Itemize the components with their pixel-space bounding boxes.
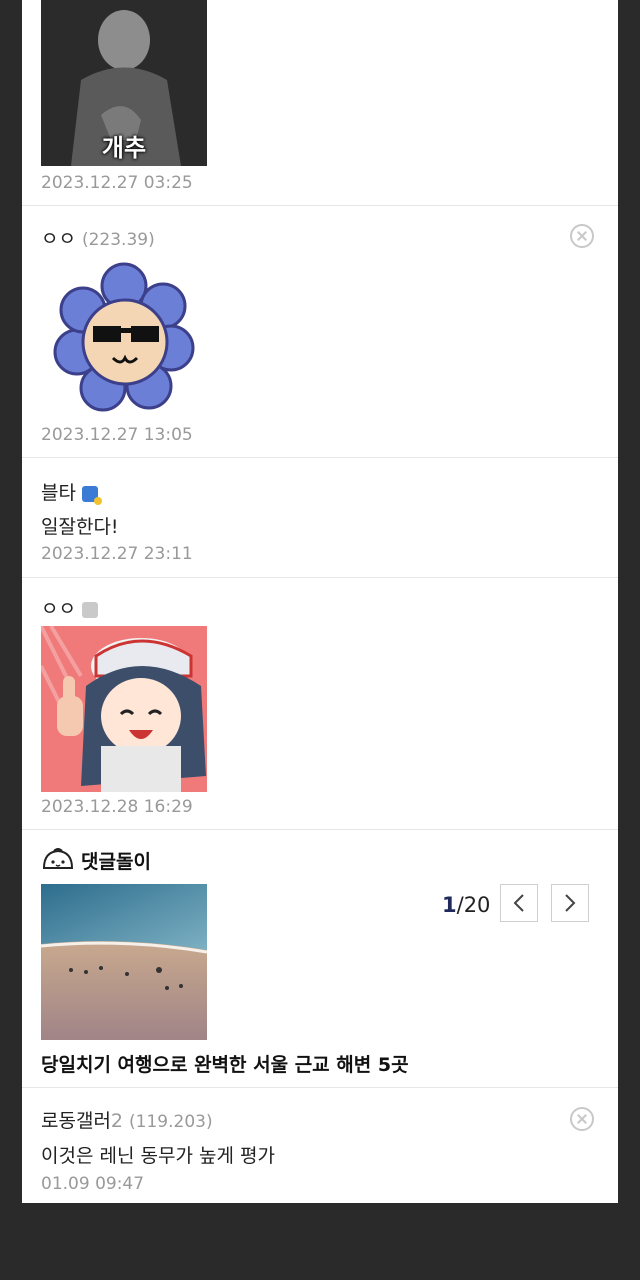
page-total: /20 — [456, 893, 491, 917]
comment-image-meme[interactable]: 개추 — [41, 0, 207, 166]
comment-time: 2023.12.27 23:11 — [41, 544, 193, 564]
author-name: ㅇㅇ — [41, 228, 76, 250]
comment-author[interactable]: 블타 — [41, 478, 102, 505]
author-name: ㅇㅇ — [41, 598, 76, 620]
beach-photo — [41, 884, 207, 1040]
dumpling-icon — [42, 848, 74, 869]
pagination-indicator: 1/20 — [442, 893, 490, 917]
author-suffix: 2 — [110, 1110, 124, 1132]
comment-author[interactable]: ㅇㅇ (223.39) — [41, 224, 155, 251]
comment-item: ㅇㅇ 2023.12.28 16:29 — [22, 578, 618, 830]
comment-list: 개추 2023.12.27 03:25 ㅇㅇ (223.39) 2023.12.2… — [22, 0, 618, 1203]
comment-time: 2023.12.27 13:05 — [41, 425, 193, 445]
comment-item: 개추 2023.12.27 03:25 — [22, 0, 618, 206]
comment-item: ㅇㅇ (223.39) 2023.12.27 13:05 — [22, 206, 618, 458]
page-current: 1 — [442, 893, 457, 917]
comment-sticker[interactable] — [41, 248, 207, 418]
half-fixed-nick-badge-icon — [81, 601, 98, 618]
chevron-right-icon — [565, 894, 576, 912]
bot-header: 댓글돌이 — [41, 846, 151, 874]
next-button[interactable] — [551, 884, 589, 922]
image-caption: 개추 — [101, 134, 147, 162]
author-ip: (119.203) — [129, 1112, 213, 1132]
author-ip: (223.39) — [81, 230, 155, 250]
comment-author[interactable]: ㅇㅇ — [41, 594, 98, 621]
comment-author[interactable]: 로동갤러2 (119.203) — [41, 1106, 213, 1133]
comment-text: 일잘한다! — [41, 516, 119, 538]
news-thumbnail[interactable] — [41, 884, 207, 1040]
comment-item: 블타 일잘한다! 2023.12.27 23:11 — [22, 458, 618, 578]
news-headline[interactable]: 당일치기 여행으로 완벽한 서울 근교 해변 5곳 — [41, 1050, 409, 1077]
comment-time: 01.09 09:47 — [41, 1174, 145, 1194]
comment-bot-section: 댓글돌이 1/20 당일치기 여행으로 완벽한 서울 근교 해변 5곳 — [22, 830, 618, 1088]
delete-icon[interactable] — [570, 1107, 594, 1131]
delete-icon[interactable] — [570, 224, 594, 248]
author-name: 블타 — [41, 482, 76, 504]
fixed-nick-badge-icon — [81, 485, 102, 505]
comment-item: 로동갤러2 (119.203) 이것은 레닌 동무가 높게 평가 01.09 09… — [22, 1088, 618, 1203]
flower-bear-sticker — [53, 262, 195, 412]
comment-time: 2023.12.28 16:29 — [41, 797, 193, 817]
author-name: 로동갤러 — [41, 1110, 111, 1132]
comment-time: 2023.12.27 03:25 — [41, 173, 193, 193]
anime-girl-sticker — [41, 626, 207, 792]
chevron-left-icon — [513, 894, 524, 912]
prev-button[interactable] — [500, 884, 538, 922]
bot-name: 댓글돌이 — [81, 850, 151, 873]
comment-sticker[interactable] — [41, 626, 207, 792]
comment-text: 이것은 레닌 동무가 높게 평가 — [41, 1145, 275, 1167]
